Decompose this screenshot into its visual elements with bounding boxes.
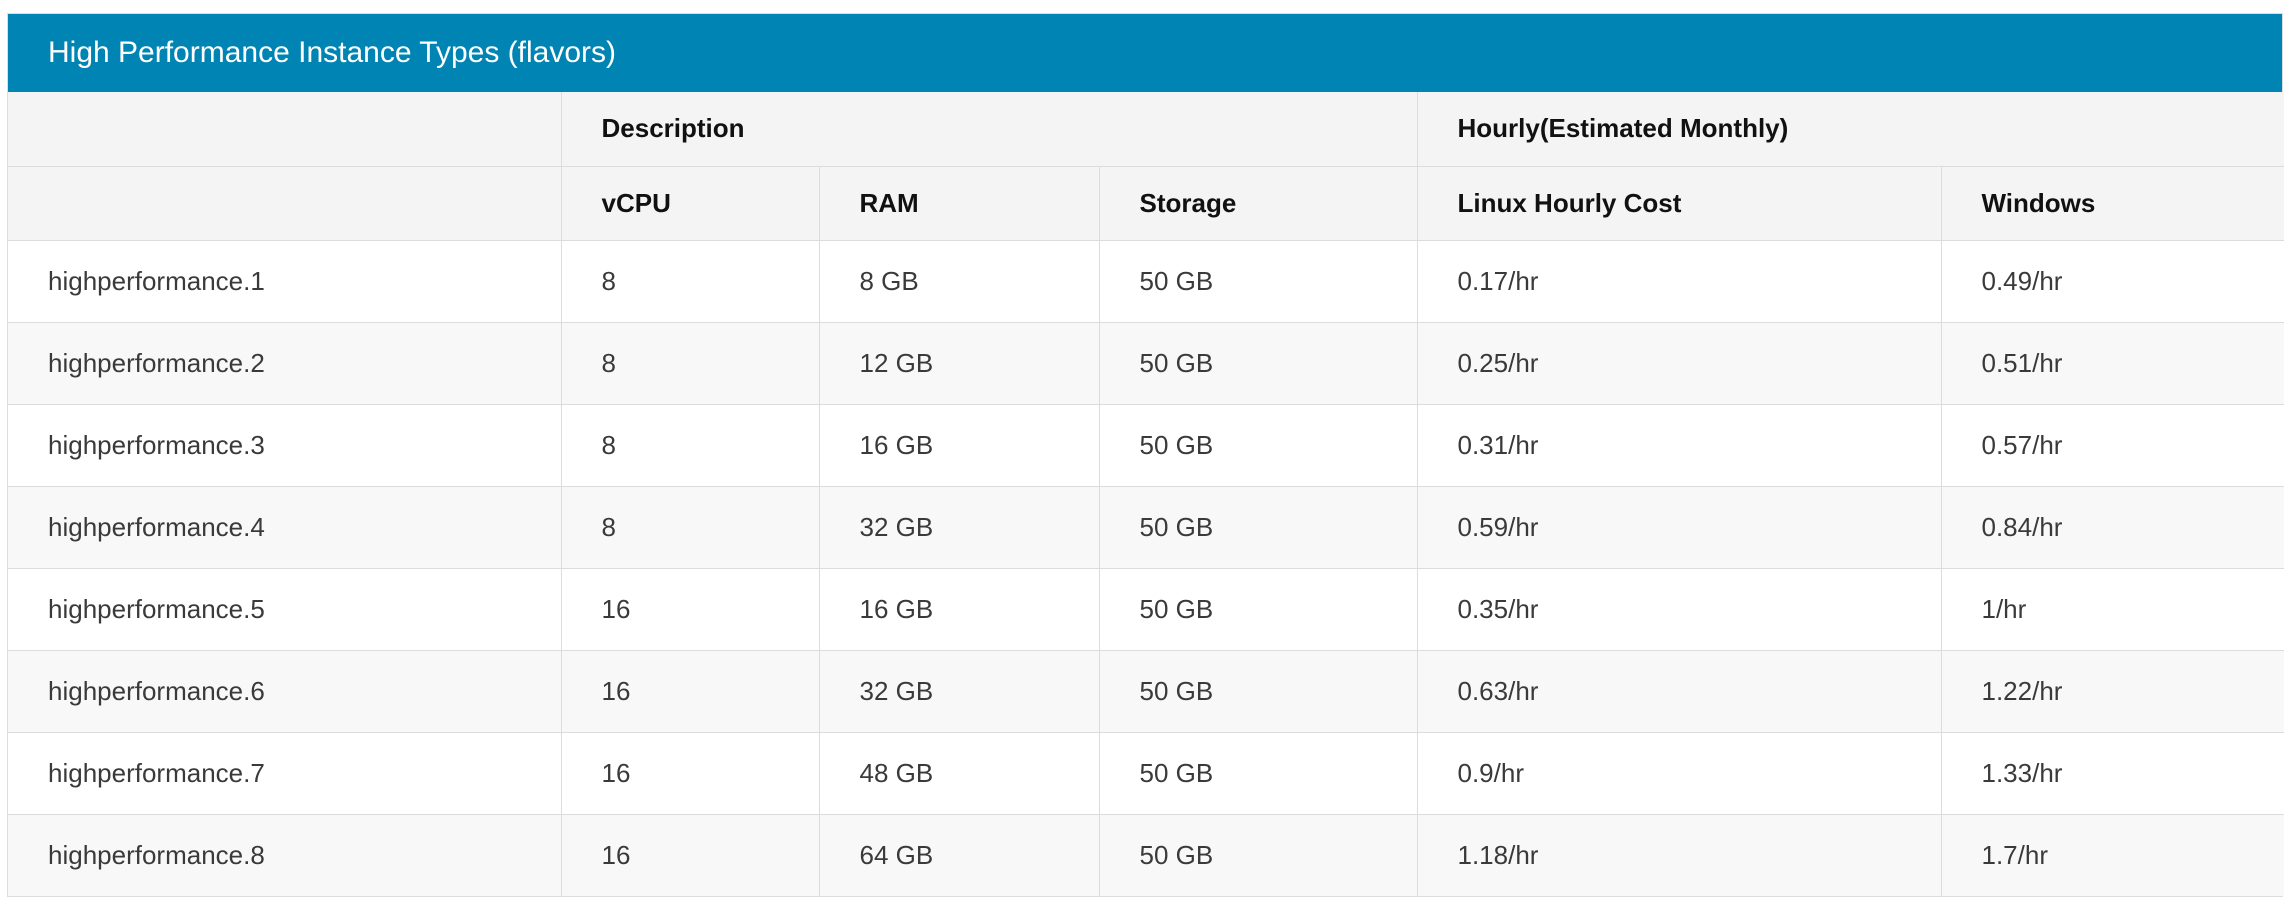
column-header-row: vCPU RAM Storage Linux Hourly Cost Windo…: [8, 165, 2285, 241]
cell-linux-cost: 1.18/hr: [1416, 813, 1942, 896]
group-header-empty: [8, 92, 562, 167]
column-header-windows-cost: Windows: [1940, 165, 2285, 241]
cell-linux-cost: 0.25/hr: [1416, 321, 1942, 405]
table-row: highperformance.7 16 48 GB 50 GB 0.9/hr …: [8, 731, 2285, 815]
cell-storage: 50 GB: [1098, 321, 1418, 405]
table-row: highperformance.5 16 16 GB 50 GB 0.35/hr…: [8, 567, 2285, 651]
column-header-ram: RAM: [818, 165, 1100, 241]
group-header-row: Description Hourly(Estimated Monthly): [8, 92, 2285, 167]
cell-vcpu: 8: [560, 485, 820, 569]
cell-ram: 32 GB: [818, 485, 1100, 569]
table-row: highperformance.4 8 32 GB 50 GB 0.59/hr …: [8, 485, 2285, 569]
cell-linux-cost: 0.31/hr: [1416, 403, 1942, 487]
column-header-linux-cost: Linux Hourly Cost: [1416, 165, 1942, 241]
group-header-description: Description: [560, 92, 1418, 167]
cell-linux-cost: 0.17/hr: [1416, 240, 1942, 323]
cell-linux-cost: 0.63/hr: [1416, 649, 1942, 733]
cell-vcpu: 16: [560, 567, 820, 651]
cell-ram: 12 GB: [818, 321, 1100, 405]
cell-flavor: highperformance.7: [8, 731, 562, 815]
cell-ram: 48 GB: [818, 731, 1100, 815]
cell-linux-cost: 0.9/hr: [1416, 731, 1942, 815]
cell-windows-cost: 1.7/hr: [1940, 813, 2285, 896]
cell-windows-cost: 0.49/hr: [1940, 240, 2285, 323]
instance-types-table: Description Hourly(Estimated Monthly) vC…: [8, 92, 2285, 896]
table-row: highperformance.1 8 8 GB 50 GB 0.17/hr 0…: [8, 240, 2285, 323]
cell-linux-cost: 0.59/hr: [1416, 485, 1942, 569]
cell-ram: 16 GB: [818, 567, 1100, 651]
cell-windows-cost: 0.84/hr: [1940, 485, 2285, 569]
column-header-storage: Storage: [1098, 165, 1418, 241]
table-row: highperformance.8 16 64 GB 50 GB 1.18/hr…: [8, 813, 2285, 896]
cell-storage: 50 GB: [1098, 813, 1418, 896]
cell-storage: 50 GB: [1098, 567, 1418, 651]
cell-flavor: highperformance.4: [8, 485, 562, 569]
table-row: highperformance.2 8 12 GB 50 GB 0.25/hr …: [8, 321, 2285, 405]
cell-flavor: highperformance.5: [8, 567, 562, 651]
column-header-flavor: [8, 165, 562, 241]
cell-storage: 50 GB: [1098, 403, 1418, 487]
cell-ram: 32 GB: [818, 649, 1100, 733]
table-row: highperformance.6 16 32 GB 50 GB 0.63/hr…: [8, 649, 2285, 733]
cell-storage: 50 GB: [1098, 240, 1418, 323]
panel-title: High Performance Instance Types (flavors…: [8, 14, 2282, 92]
cell-ram: 16 GB: [818, 403, 1100, 487]
cell-vcpu: 16: [560, 649, 820, 733]
cell-windows-cost: 1/hr: [1940, 567, 2285, 651]
cell-flavor: highperformance.6: [8, 649, 562, 733]
cell-flavor: highperformance.1: [8, 240, 562, 323]
cell-linux-cost: 0.35/hr: [1416, 567, 1942, 651]
cell-vcpu: 8: [560, 403, 820, 487]
cell-flavor: highperformance.3: [8, 403, 562, 487]
cell-windows-cost: 0.57/hr: [1940, 403, 2285, 487]
column-header-vcpu: vCPU: [560, 165, 820, 241]
cell-vcpu: 8: [560, 240, 820, 323]
cell-windows-cost: 1.33/hr: [1940, 731, 2285, 815]
cell-ram: 64 GB: [818, 813, 1100, 896]
cell-flavor: highperformance.8: [8, 813, 562, 896]
cell-vcpu: 8: [560, 321, 820, 405]
cell-storage: 50 GB: [1098, 649, 1418, 733]
table-row: highperformance.3 8 16 GB 50 GB 0.31/hr …: [8, 403, 2285, 487]
instance-types-panel: High Performance Instance Types (flavors…: [7, 13, 2285, 897]
cell-windows-cost: 0.51/hr: [1940, 321, 2285, 405]
cell-windows-cost: 1.22/hr: [1940, 649, 2285, 733]
cell-storage: 50 GB: [1098, 731, 1418, 815]
cell-flavor: highperformance.2: [8, 321, 562, 405]
cell-vcpu: 16: [560, 813, 820, 896]
cell-storage: 50 GB: [1098, 485, 1418, 569]
cell-ram: 8 GB: [818, 240, 1100, 323]
group-header-pricing: Hourly(Estimated Monthly): [1416, 92, 2285, 167]
cell-vcpu: 16: [560, 731, 820, 815]
